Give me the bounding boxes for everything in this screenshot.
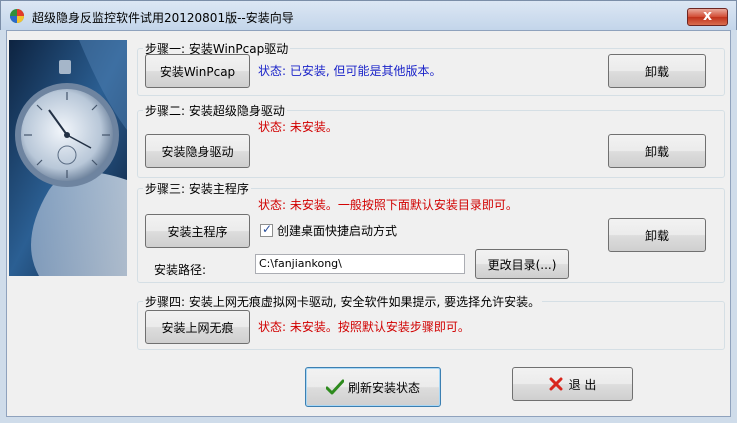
step3-legend: 步骤三: 安装主程序 — [145, 182, 249, 196]
check-icon: ✓ — [261, 222, 273, 236]
refresh-status-button[interactable]: 刷新安装状态 — [305, 367, 441, 407]
close-icon: x — [702, 8, 713, 24]
close-button[interactable]: x — [687, 8, 728, 26]
step2-legend: 步骤二: 安装超级隐身驱动 — [145, 104, 285, 118]
close-icon — [549, 377, 563, 391]
change-directory-button[interactable]: 更改目录(...) — [475, 249, 569, 279]
checkmark-icon — [325, 379, 344, 395]
uninstall-main-program-button[interactable]: 卸载 — [608, 218, 706, 252]
desktop-shortcut-label[interactable]: 创建桌面快捷启动方式 — [277, 222, 397, 239]
dialog-body: 步骤一: 安装WinPcap驱动 安装WinPcap 状态: 已安装, 但可能是… — [6, 30, 731, 417]
app-icon — [10, 9, 24, 23]
window-title: 超级隐身反监控软件试用20120801版--安装向导 — [32, 11, 294, 25]
install-path-label: 安装路径: — [154, 263, 207, 277]
refresh-status-label: 刷新安装状态 — [347, 380, 420, 395]
exit-button[interactable]: 退 出 — [512, 367, 633, 401]
install-path-input[interactable]: C:\fanjiankong\ — [255, 254, 465, 274]
install-virtual-nic-button[interactable]: 安装上网无痕 — [145, 310, 250, 344]
install-winpcap-button[interactable]: 安装WinPcap — [145, 54, 250, 88]
stopwatch-image — [9, 40, 127, 276]
exit-label: 退 出 — [568, 377, 597, 392]
step4-legend: 步骤四: 安装上网无痕虚拟网卡驱动, 安全软件如果提示, 要选择允许安装。 — [145, 295, 541, 309]
install-stealth-driver-button[interactable]: 安装隐身驱动 — [145, 134, 250, 168]
step1-status: 状态: 已安装, 但可能是其他版本。 — [258, 64, 442, 78]
step2-status: 状态: 未安装。 — [258, 120, 338, 134]
step3-status: 状态: 未安装。一般按照下面默认安装目录即可。 — [258, 198, 518, 212]
title-bar: 超级隐身反监控软件试用20120801版--安装向导 x — [0, 0, 737, 30]
desktop-shortcut-checkbox[interactable]: ✓ — [260, 222, 273, 237]
install-main-program-button[interactable]: 安装主程序 — [145, 214, 250, 248]
uninstall-winpcap-button[interactable]: 卸载 — [608, 54, 706, 88]
step4-status: 状态: 未安装。按照默认安装步骤即可。 — [258, 320, 470, 334]
uninstall-stealth-driver-button[interactable]: 卸载 — [608, 134, 706, 168]
